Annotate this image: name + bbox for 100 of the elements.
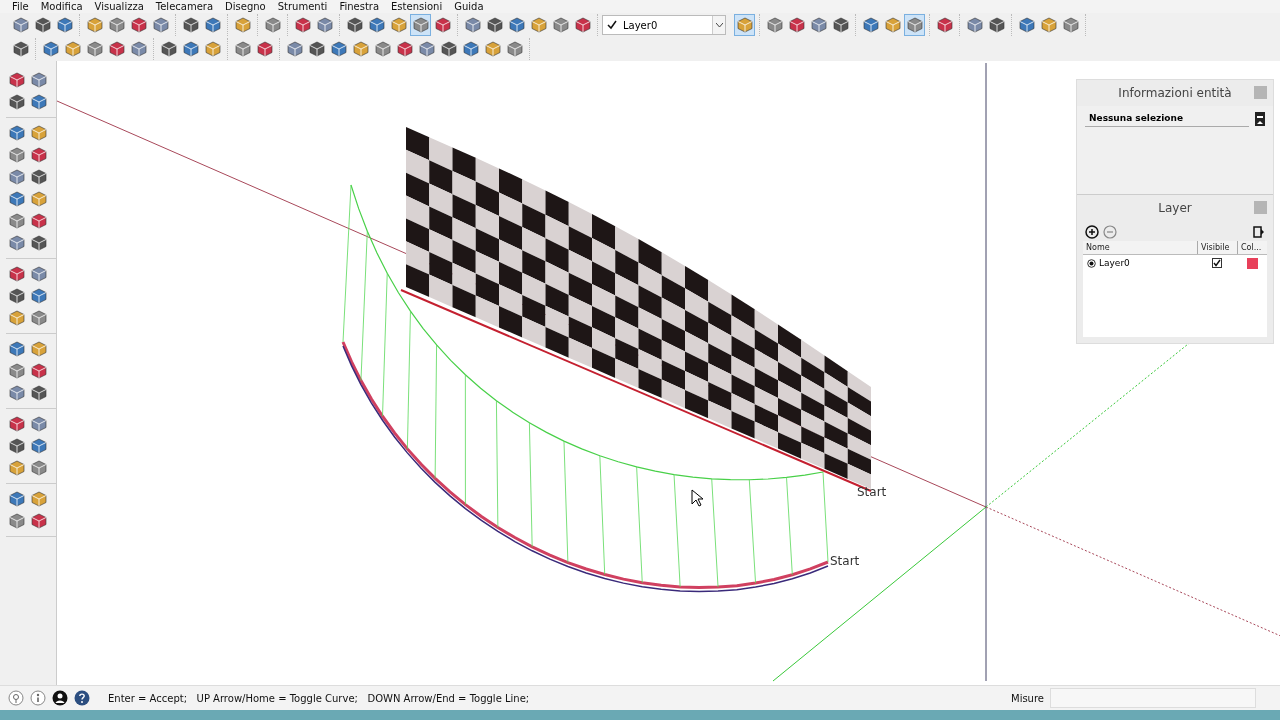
cube-icon [1018, 17, 1035, 33]
cube-icon [936, 17, 953, 33]
help-icon[interactable] [74, 690, 90, 706]
cube-icon [462, 41, 479, 57]
radio-button[interactable] [1087, 258, 1096, 268]
cube-icon [286, 41, 303, 57]
cube-icon [316, 17, 333, 33]
cube-icon [8, 288, 25, 304]
cube-icon [160, 41, 177, 57]
cube-icon [966, 17, 983, 33]
cube-icon [330, 41, 347, 57]
cube-icon [8, 416, 25, 432]
layer-name: Layer0 [1099, 258, 1130, 268]
cube-icon [264, 17, 281, 33]
cube-icon [390, 17, 407, 33]
cube-icon [8, 72, 25, 88]
cube-icon [8, 491, 25, 507]
menu-item[interactable]: Finestra [333, 1, 386, 12]
cube-icon [418, 41, 435, 57]
cube-icon [34, 17, 51, 33]
cube-icon [884, 17, 901, 33]
cube-icon [8, 191, 25, 207]
cube-icon [308, 41, 325, 57]
cube-icon [12, 17, 29, 33]
cube-icon [8, 438, 25, 454]
cube-icon [64, 41, 81, 57]
curve-label: Start [857, 485, 887, 499]
menu-item[interactable]: Modifica [34, 1, 89, 12]
cube-icon [130, 17, 147, 33]
add-icon[interactable] [1085, 225, 1099, 239]
toggle-details-icon [1255, 112, 1265, 126]
cube-icon [234, 41, 251, 57]
measurements-field[interactable] [1050, 688, 1256, 708]
menu-item[interactable]: Guida [448, 1, 490, 12]
cube-icon [152, 17, 169, 33]
cube-icon [30, 416, 47, 432]
cube-icon [862, 17, 879, 33]
cube-icon [12, 41, 29, 57]
cube-icon [30, 460, 47, 476]
cube-icon [574, 17, 591, 33]
cube-icon [30, 513, 47, 529]
cube-icon [1040, 17, 1057, 33]
cube-icon [8, 213, 25, 229]
cube-icon [8, 460, 25, 476]
menu-item[interactable]: Disegno [219, 1, 272, 12]
cube-icon [8, 513, 25, 529]
cube-icon [8, 363, 25, 379]
details-icon[interactable] [1253, 226, 1265, 238]
geo-location-icon[interactable] [8, 690, 24, 706]
cube-icon [1062, 17, 1079, 33]
cube-icon [508, 17, 525, 33]
cube-icon [368, 17, 385, 33]
measurements-label: Misure [1011, 692, 1044, 704]
cube-icon [294, 17, 311, 33]
layer-dropdown[interactable]: Layer0 [602, 15, 726, 35]
cube-icon [8, 385, 25, 401]
cube-icon [486, 17, 503, 33]
menu-item[interactable]: Telecamera [149, 1, 220, 12]
user-icon[interactable] [52, 690, 68, 706]
toolbar-button[interactable] [410, 14, 431, 36]
cube-icon [412, 17, 429, 33]
cube-icon [440, 41, 457, 57]
caret-icon [715, 22, 723, 28]
cube-icon [396, 41, 413, 57]
cube-icon [8, 94, 25, 110]
toolbar-button[interactable] [734, 14, 755, 36]
column-header[interactable]: Nome [1083, 241, 1197, 254]
cursor-icon [691, 489, 705, 507]
panel-title: Layer [1158, 201, 1192, 215]
column-header[interactable]: Col... [1237, 241, 1267, 254]
cube-icon [182, 41, 199, 57]
check-icon [607, 20, 617, 30]
toolbar-button[interactable] [904, 14, 925, 36]
cube-icon [8, 169, 25, 185]
cube-icon [30, 94, 47, 110]
curve-label: Start [830, 554, 860, 568]
cube-icon [766, 17, 783, 33]
cube-icon [810, 17, 827, 33]
column-header[interactable]: Visibile [1197, 241, 1237, 254]
cube-icon [464, 17, 481, 33]
cube-icon [736, 17, 753, 33]
cube-icon [30, 266, 47, 282]
cube-icon [130, 41, 147, 57]
menu-item[interactable]: Estensioni [385, 1, 449, 12]
menu-item[interactable]: Strumenti [271, 1, 334, 12]
cube-icon [832, 17, 849, 33]
selection-text: Nessuna selezione [1085, 110, 1249, 127]
menu-item[interactable]: File [6, 1, 35, 12]
visible-checkbox[interactable] [1212, 258, 1222, 268]
cube-icon [204, 17, 221, 33]
cube-icon [204, 41, 221, 57]
info-icon[interactable] [30, 690, 46, 706]
cube-icon [234, 17, 251, 33]
cube-icon [374, 41, 391, 57]
color-swatch[interactable] [1246, 257, 1258, 269]
cube-icon [30, 235, 47, 251]
cube-icon [256, 41, 273, 57]
cube-icon [30, 341, 47, 357]
cube-icon [8, 266, 25, 282]
menu-item[interactable]: Visualizza [88, 1, 150, 12]
